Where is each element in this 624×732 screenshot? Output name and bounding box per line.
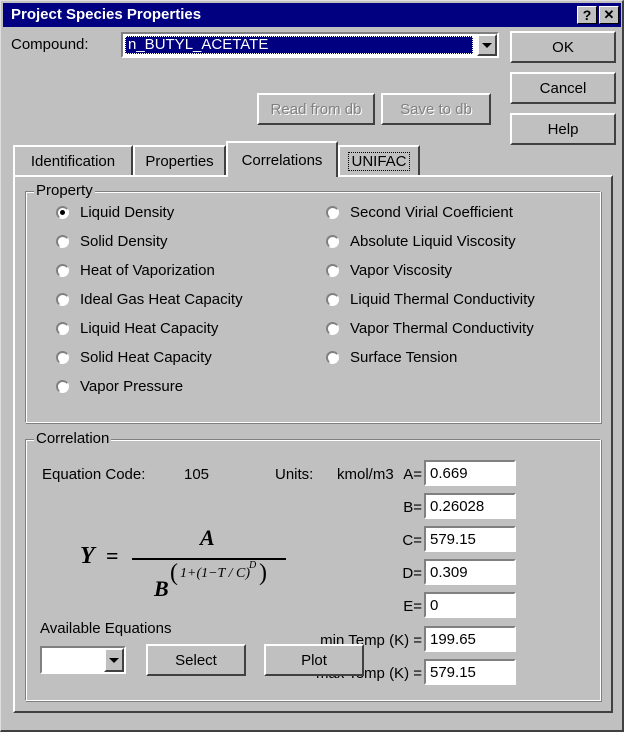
- radio-solid-density[interactable]: Solid Density: [56, 233, 168, 250]
- units-value: kmol/m3: [337, 466, 394, 483]
- radio-button-icon[interactable]: [326, 322, 339, 335]
- window-title: Project Species Properties: [11, 6, 202, 23]
- title-bar: Project Species Properties ? ✕: [3, 3, 621, 27]
- radio-button-icon[interactable]: [56, 206, 69, 219]
- available-equations-label: Available Equations: [40, 620, 172, 637]
- equation-base: B: [154, 576, 169, 601]
- radio-label: Liquid Density: [80, 204, 175, 221]
- save-to-db-button[interactable]: Save to db: [381, 93, 491, 125]
- radio-second-virial-coefficient[interactable]: Second Virial Coefficient: [326, 204, 513, 221]
- radio-vapor-thermal-conductivity[interactable]: Vapor Thermal Conductivity: [326, 320, 534, 337]
- compound-combobox[interactable]: n_BUTYL_ACETATE: [121, 32, 499, 58]
- equation-formula: Y = A B ( 1+(1−T / C) D ): [56, 520, 286, 610]
- equation-equals: =: [106, 543, 119, 568]
- min-temp-field[interactable]: 199.65: [424, 626, 516, 652]
- radio-label: Heat of Vaporization: [80, 262, 215, 279]
- radio-button-icon[interactable]: [56, 380, 69, 393]
- radio-button-icon[interactable]: [326, 351, 339, 364]
- radio-button-icon[interactable]: [56, 235, 69, 248]
- param-field[interactable]: 0.26028: [424, 493, 516, 519]
- property-group: Property Liquid Density Solid Density Heat…: [25, 182, 601, 423]
- tab-unifac-label: UNIFAC: [348, 151, 410, 171]
- radio-liquid-heat-capacity[interactable]: Liquid Heat Capacity: [56, 320, 218, 337]
- radio-label: Liquid Thermal Conductivity: [350, 291, 535, 308]
- radio-button-icon[interactable]: [56, 293, 69, 306]
- chevron-down-icon[interactable]: [477, 34, 497, 56]
- radio-button-icon[interactable]: [56, 322, 69, 335]
- radio-button-icon[interactable]: [56, 264, 69, 277]
- radio-button-icon[interactable]: [326, 235, 339, 248]
- param-label: D=: [402, 565, 422, 582]
- plot-button[interactable]: Plot: [264, 644, 364, 676]
- tab-identification[interactable]: Identification: [13, 145, 133, 175]
- tab-correlations[interactable]: Correlations: [226, 141, 338, 177]
- help-question-icon[interactable]: ?: [577, 6, 597, 24]
- radio-label: Absolute Liquid Viscosity: [350, 233, 516, 250]
- param-field[interactable]: 579.15: [424, 526, 516, 552]
- radio-vapor-pressure[interactable]: Vapor Pressure: [56, 378, 183, 395]
- tab-unifac[interactable]: UNIFAC: [338, 145, 420, 175]
- param-field[interactable]: 0: [424, 592, 516, 618]
- tab-properties[interactable]: Properties: [133, 145, 226, 175]
- equation-code-value: 105: [184, 466, 210, 483]
- param-field[interactable]: 0.309: [424, 559, 516, 585]
- radio-absolute-liquid-viscosity[interactable]: Absolute Liquid Viscosity: [326, 233, 516, 250]
- correlations-panel: Property Liquid Density Solid Density Heat…: [13, 175, 613, 713]
- radio-vapor-viscosity[interactable]: Vapor Viscosity: [326, 262, 452, 279]
- exponent-right-paren: ): [259, 560, 267, 586]
- param-field[interactable]: 0.669: [424, 460, 516, 486]
- radio-heat-of-vaporization[interactable]: Heat of Vaporization: [56, 262, 215, 279]
- radio-label: Ideal Gas Heat Capacity: [80, 291, 243, 308]
- select-button[interactable]: Select: [146, 644, 246, 676]
- equation-code-label: Equation Code:: [42, 466, 146, 483]
- dialog-window: Project Species Properties ? ✕ Compound:…: [0, 0, 624, 732]
- radio-label: Solid Heat Capacity: [80, 349, 212, 366]
- close-icon[interactable]: ✕: [599, 6, 619, 24]
- radio-surface-tension[interactable]: Surface Tension: [326, 349, 457, 366]
- radio-button-icon[interactable]: [326, 264, 339, 277]
- help-button[interactable]: Help: [510, 113, 616, 145]
- radio-ideal-gas-heat-capacity[interactable]: Ideal Gas Heat Capacity: [56, 291, 243, 308]
- compound-value: n_BUTYL_ACETATE: [125, 36, 473, 54]
- radio-liquid-thermal-conductivity[interactable]: Liquid Thermal Conductivity: [326, 291, 535, 308]
- equation-y: Y: [80, 543, 95, 569]
- max-temp-field[interactable]: 579.15: [424, 659, 516, 685]
- units-label: Units:: [275, 466, 314, 483]
- chevron-down-icon[interactable]: [104, 648, 124, 672]
- radio-label: Vapor Thermal Conductivity: [350, 320, 534, 337]
- ok-button[interactable]: OK: [510, 31, 616, 63]
- radio-label: Liquid Heat Capacity: [80, 320, 219, 337]
- property-group-title: Property: [34, 182, 95, 199]
- radio-liquid-density[interactable]: Liquid Density: [56, 204, 174, 221]
- radio-button-icon[interactable]: [56, 351, 69, 364]
- equation-numerator: A: [200, 525, 215, 550]
- exponent-left-paren: (: [170, 560, 178, 586]
- radio-button-icon[interactable]: [326, 206, 339, 219]
- radio-label: Vapor Viscosity: [350, 262, 452, 279]
- param-label: B=: [403, 499, 422, 516]
- radio-label: Second Virial Coefficient: [350, 204, 513, 221]
- correlation-group-title: Correlation: [34, 430, 112, 447]
- param-label: E=: [403, 598, 422, 615]
- param-label: A=: [403, 466, 422, 483]
- equation-power: D: [249, 560, 257, 571]
- radio-label: Surface Tension: [350, 349, 458, 366]
- available-equations-combobox[interactable]: [40, 646, 126, 674]
- read-from-db-button[interactable]: Read from db: [257, 93, 375, 125]
- radio-solid-heat-capacity[interactable]: Solid Heat Capacity: [56, 349, 212, 366]
- radio-button-icon[interactable]: [326, 293, 339, 306]
- correlation-group: Correlation Equation Code: 105 Units: km…: [25, 430, 601, 701]
- radio-label: Vapor Pressure: [80, 378, 184, 395]
- radio-label: Solid Density: [80, 233, 168, 250]
- compound-label: Compound:: [11, 36, 89, 53]
- param-label: C=: [402, 532, 422, 549]
- cancel-button[interactable]: Cancel: [510, 72, 616, 104]
- equation-exponent: 1+(1−T / C): [180, 566, 250, 581]
